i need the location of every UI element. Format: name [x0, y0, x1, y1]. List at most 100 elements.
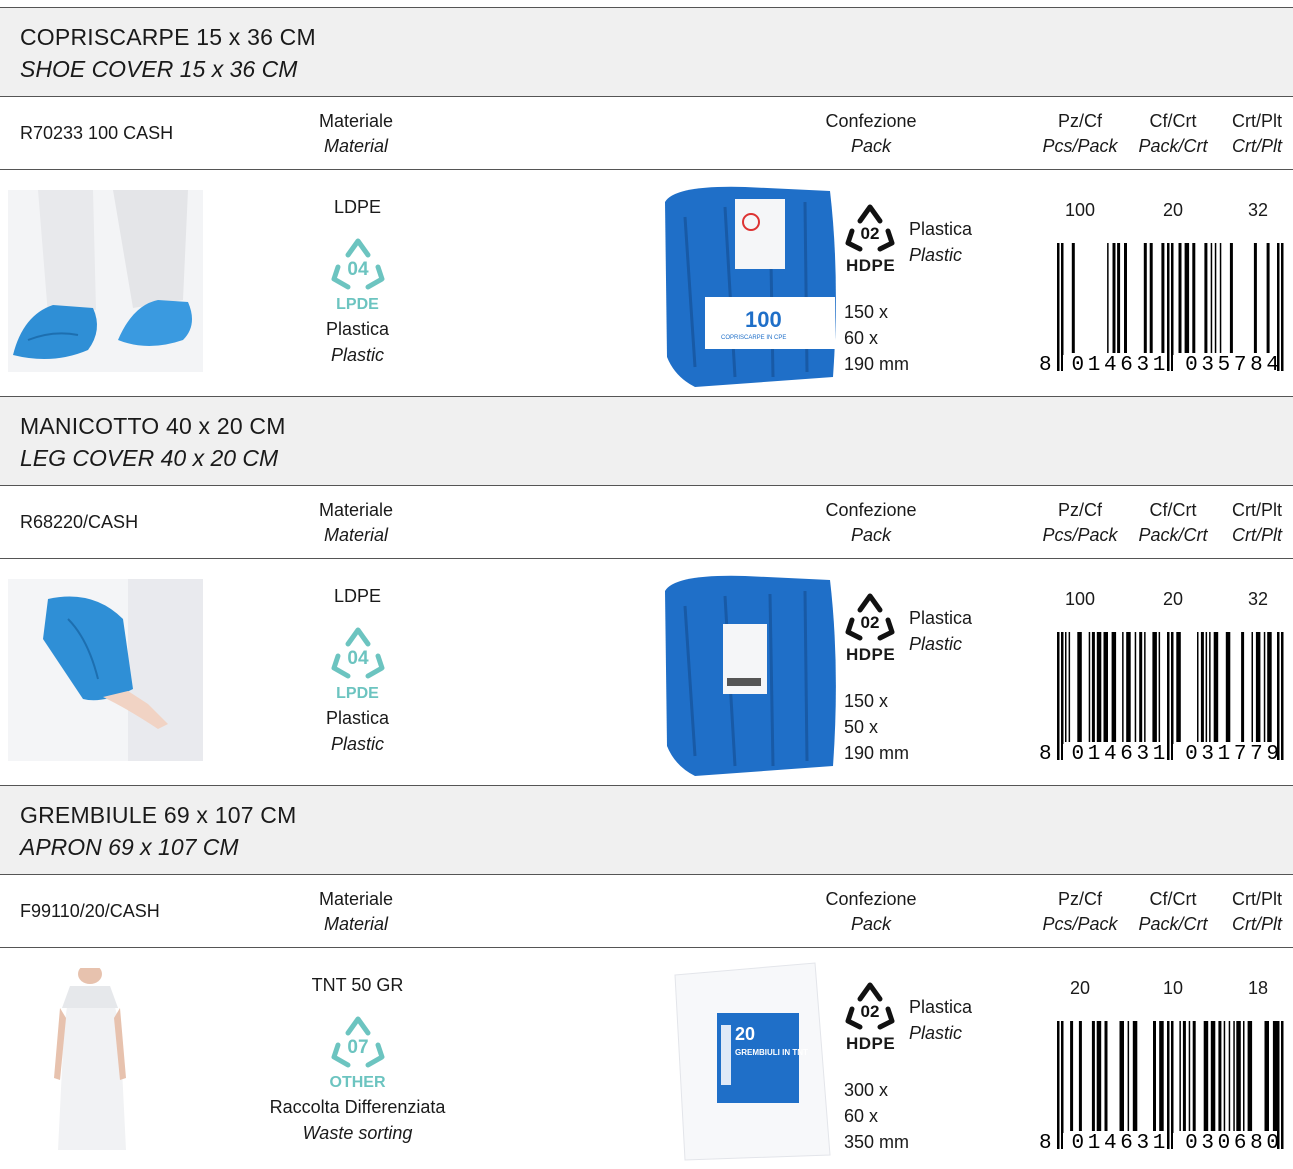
- material-header: Materiale Material: [300, 109, 412, 159]
- recycle-number: 04: [347, 259, 369, 280]
- product-title-en: LEG COVER 40 x 20 CM: [20, 445, 279, 471]
- cf-crt-header-it: Cf/Crt: [1149, 111, 1197, 131]
- cf-crt-header: Cf/Crt Pack/Crt: [1132, 887, 1214, 937]
- recycle-icon-wrap: 04: [328, 624, 388, 684]
- pz-cf-header: Pz/Cf Pcs/Pack: [1036, 109, 1124, 159]
- pack-header-it: Confezione: [825, 500, 917, 520]
- product-title-band: GREMBIULE 69 x 107 CM APRON 69 x 107 CM: [0, 785, 1293, 875]
- pack-dim-3: 190 mm: [844, 743, 910, 763]
- recycle-label: LPDE: [336, 685, 379, 702]
- material-header: Materiale Material: [300, 498, 412, 548]
- pack-dim-3: 350 mm: [844, 1132, 910, 1152]
- pack-header-it: Confezione: [825, 889, 917, 909]
- cf-crt-header-en: Pack/Crt: [1138, 914, 1208, 934]
- barcode-digits: 8 014631 035784: [1039, 354, 1279, 371]
- crt-plt-header: Crt/Plt Crt/Plt: [1224, 498, 1290, 548]
- crt-plt-header-en: Crt/Plt: [1231, 914, 1282, 934]
- material-en: Plastic: [330, 734, 384, 754]
- pack-material: Plastica Plastic: [909, 216, 972, 268]
- pack-dimensions: 300 x 60 x 350 mm: [844, 1077, 909, 1155]
- header-row: R68220/CASH Materiale Material Confezion…: [0, 486, 1293, 559]
- recycle-icon: 07: [331, 1016, 385, 1068]
- pack-sublabel: COPRISCARPE IN CPE: [721, 335, 786, 341]
- crt-plt-header-it: Crt/Plt: [1231, 889, 1282, 909]
- pack-dim-3: 190 mm: [844, 354, 910, 374]
- product-section: COPRISCARPE 15 x 36 CM SHOE COVER 15 x 3…: [0, 7, 1293, 392]
- material-block: LDPE 04 LPDE Plastica Plastic: [240, 197, 475, 377]
- product-title: MANICOTTO 40 x 20 CM: [20, 413, 286, 439]
- material-it: Raccolta Differenziata: [269, 1097, 446, 1117]
- barcode: 8 014631 030680: [1039, 1021, 1284, 1149]
- pz-cf-header-it: Pz/Cf: [1057, 500, 1102, 520]
- pack-header-it: Confezione: [825, 111, 917, 131]
- pack-header-en: Pack: [850, 525, 892, 545]
- product-image: [8, 190, 203, 372]
- material-name: LDPE: [333, 586, 382, 606]
- crt-plt-header-en: Crt/Plt: [1231, 136, 1282, 156]
- pack-dim-1: 150 x: [844, 691, 889, 711]
- cf-crt-header-en: Pack/Crt: [1138, 525, 1208, 545]
- recycle-number: 07: [347, 1037, 368, 1058]
- pack-image: [655, 566, 840, 776]
- cf-crt-header-it: Cf/Crt: [1149, 500, 1197, 520]
- pack-material: Plastica Plastic: [909, 994, 972, 1046]
- crt-plt-header-it: Crt/Plt: [1231, 111, 1282, 131]
- cf-crt-header: Cf/Crt Pack/Crt: [1132, 498, 1214, 548]
- product-code: F99110/20/CASH: [20, 901, 160, 921]
- crt-plt-value: 32: [1247, 200, 1269, 220]
- recycle-icon: 04: [331, 627, 385, 679]
- material-name: TNT 50 GR: [311, 975, 404, 995]
- cf-crt-value: 10: [1162, 978, 1184, 998]
- pack-material-it: Plastica: [909, 219, 973, 239]
- recycle-icon: 04: [331, 238, 385, 290]
- product-image: [8, 579, 203, 761]
- pack-material: Plastica Plastic: [909, 605, 972, 657]
- pack-info: 02 HDPE Plastica Plastic 150 x 60 x 190 …: [844, 203, 994, 383]
- barcode-digits: 8 014631 030680: [1039, 1132, 1279, 1149]
- material-block: LDPE 04 LPDE Plastica Plastic: [240, 586, 475, 766]
- cf-crt-value: 20: [1162, 200, 1184, 220]
- product-title-band: MANICOTTO 40 x 20 CM LEG COVER 40 x 20 C…: [0, 396, 1293, 486]
- pack-recycle-number: 02: [861, 1002, 880, 1021]
- pz-cf-header-en: Pcs/Pack: [1042, 914, 1118, 934]
- pack-info: 02 HDPE Plastica Plastic 300 x 60 x 350 …: [844, 981, 994, 1161]
- pack-recycle-label: HDPE: [846, 645, 896, 664]
- recycle-label: LPDE: [336, 296, 379, 313]
- product-section: GREMBIULE 69 x 107 CM APRON 69 x 107 CM …: [0, 785, 1293, 1169]
- crt-plt-header: Crt/Plt Crt/Plt: [1224, 887, 1290, 937]
- cf-crt-header: Cf/Crt Pack/Crt: [1132, 109, 1214, 159]
- pz-cf-header-en: Pcs/Pack: [1042, 525, 1118, 545]
- apron-pack-photo: 20 GREMBIULI IN TNT: [674, 962, 831, 1161]
- pack-header-en: Pack: [850, 914, 892, 934]
- cf-crt-header-en: Pack/Crt: [1138, 136, 1208, 156]
- pack-image: 20 GREMBIULI IN TNT: [655, 955, 840, 1165]
- pack-header-en: Pack: [850, 136, 892, 156]
- pack-header: Confezione Pack: [810, 109, 932, 159]
- pack-material-en: Plastic: [909, 634, 963, 654]
- product-image: [8, 968, 203, 1150]
- product-title: COPRISCARPE 15 x 36 CM: [20, 24, 316, 50]
- crt-plt-header-it: Crt/Plt: [1231, 500, 1282, 520]
- pack-material-en: Plastic: [909, 1023, 963, 1043]
- material-en: Plastic: [330, 345, 384, 365]
- pack-recycle-icon: 02: [845, 593, 895, 641]
- crt-plt-header: Crt/Plt Crt/Plt: [1224, 109, 1290, 159]
- crt-plt-header-en: Crt/Plt: [1231, 525, 1282, 545]
- barcode: 8 014631 031779: [1039, 632, 1284, 760]
- pack-recycle-number: 02: [861, 613, 880, 632]
- pack-dim-2: 60 x: [844, 328, 879, 348]
- pack-recycle-icon: 02: [845, 982, 895, 1030]
- pack-dim-1: 300 x: [844, 1080, 889, 1100]
- product-code: R68220/CASH: [20, 512, 139, 532]
- pack-dim-2: 50 x: [844, 717, 879, 737]
- product-title-en: SHOE COVER 15 x 36 CM: [20, 56, 298, 82]
- material-header-it: Materiale: [318, 889, 394, 909]
- pack-material-it: Plastica: [909, 608, 973, 628]
- recycle-label: OTHER: [329, 1074, 386, 1091]
- material-header-en: Material: [323, 136, 389, 156]
- recycle-icon-wrap: 04: [328, 235, 388, 295]
- pack-dimensions: 150 x 50 x 190 mm: [844, 688, 909, 766]
- pack-recycle-number: 02: [861, 224, 880, 243]
- barcode-digits: 8 014631 031779: [1039, 743, 1279, 760]
- pz-cf-value: 20: [1069, 978, 1091, 998]
